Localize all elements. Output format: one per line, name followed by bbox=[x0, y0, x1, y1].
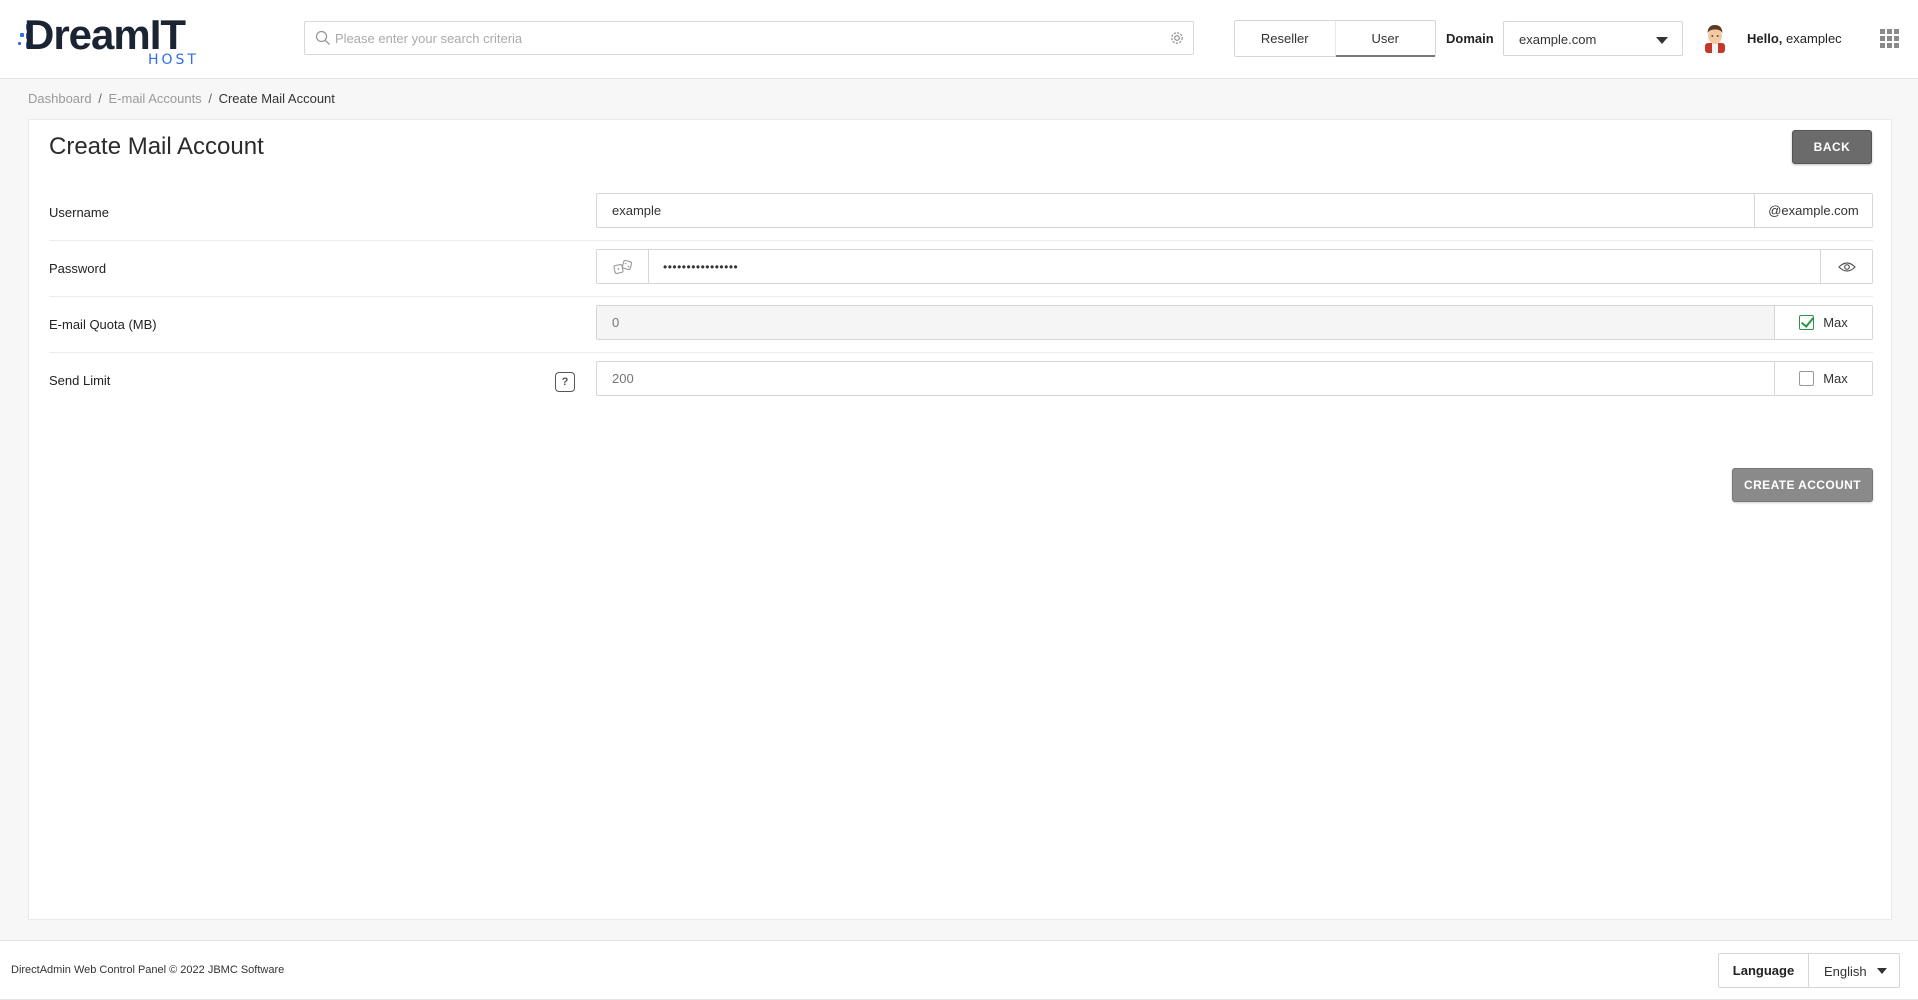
send-limit-row: Send Limit ? Max bbox=[49, 353, 1873, 409]
password-input[interactable] bbox=[663, 250, 1803, 283]
username-input[interactable] bbox=[612, 194, 1762, 227]
logo-subtext: HOST bbox=[148, 52, 199, 68]
eye-icon bbox=[1837, 261, 1856, 272]
domain-suffix: @example.com bbox=[1754, 194, 1872, 227]
quota-max-label: Max bbox=[1823, 315, 1848, 330]
language-value: English bbox=[1824, 964, 1867, 979]
generate-password-button[interactable] bbox=[597, 250, 649, 283]
domain-select[interactable]: example.com bbox=[1503, 21, 1683, 56]
send-limit-input[interactable] bbox=[612, 362, 1762, 395]
send-limit-field-group: Max bbox=[596, 361, 1873, 396]
password-label: Password bbox=[49, 261, 107, 276]
breadcrumb-separator: / bbox=[208, 91, 212, 106]
username-label: Username bbox=[49, 205, 109, 220]
domain-label: Domain bbox=[1446, 31, 1494, 46]
caret-down-icon bbox=[1877, 968, 1887, 974]
domain-value: example.com bbox=[1519, 32, 1597, 47]
create-account-button[interactable]: CREATE ACCOUNT bbox=[1732, 468, 1873, 502]
role-switcher: Reseller User bbox=[1234, 20, 1436, 57]
top-header: DreamIT HOST Reseller User Domain exampl… bbox=[0, 0, 1918, 79]
help-icon[interactable]: ? bbox=[555, 372, 575, 392]
breadcrumb: Dashboard / E-mail Accounts / Create Mai… bbox=[28, 91, 335, 106]
send-limit-label: Send Limit bbox=[49, 373, 111, 388]
logo[interactable]: DreamIT HOST bbox=[18, 12, 208, 68]
apps-grid-icon[interactable] bbox=[1880, 29, 1900, 49]
quota-field-group: Max bbox=[596, 305, 1873, 340]
language-selector: Language English bbox=[1718, 953, 1900, 988]
copyright-text: DirectAdmin Web Control Panel © 2022 JBM… bbox=[11, 964, 285, 976]
search-icon bbox=[315, 30, 330, 45]
role-reseller-button[interactable]: Reseller bbox=[1235, 21, 1335, 56]
role-user-button[interactable]: User bbox=[1334, 21, 1436, 57]
back-button[interactable]: BACK bbox=[1792, 130, 1872, 164]
caret-down-icon bbox=[1656, 37, 1668, 44]
send-limit-max-checkbox[interactable] bbox=[1799, 371, 1815, 386]
quota-row: E-mail Quota (MB) Max bbox=[49, 297, 1873, 353]
quota-input[interactable] bbox=[612, 306, 1762, 339]
quota-max-toggle[interactable]: Max bbox=[1774, 306, 1872, 339]
username-field-group: @example.com bbox=[596, 193, 1873, 228]
gear-icon[interactable] bbox=[1169, 30, 1185, 46]
greeting-username: examplec bbox=[1786, 31, 1842, 46]
password-row: Password bbox=[49, 241, 1873, 297]
quota-max-checkbox[interactable] bbox=[1799, 315, 1815, 330]
breadcrumb-current: Create Mail Account bbox=[218, 91, 335, 106]
breadcrumb-separator: / bbox=[98, 91, 102, 106]
send-limit-max-toggle[interactable]: Max bbox=[1774, 362, 1872, 395]
avatar[interactable] bbox=[1703, 23, 1727, 53]
username-row: Username @example.com bbox=[49, 185, 1873, 241]
breadcrumb-email-accounts[interactable]: E-mail Accounts bbox=[108, 91, 201, 106]
user-greeting[interactable]: Hello, examplec bbox=[1747, 31, 1842, 46]
greeting-text: Hello, bbox=[1747, 31, 1783, 46]
quota-label: E-mail Quota (MB) bbox=[49, 317, 157, 332]
page-title: Create Mail Account bbox=[49, 133, 264, 160]
create-account-card: Create Mail Account BACK Username @examp… bbox=[28, 119, 1892, 920]
show-password-button[interactable] bbox=[1820, 250, 1872, 283]
footer: DirectAdmin Web Control Panel © 2022 JBM… bbox=[0, 940, 1918, 1000]
search-input[interactable] bbox=[335, 22, 1155, 54]
language-select[interactable]: English bbox=[1809, 954, 1899, 987]
dice-icon bbox=[612, 259, 632, 274]
global-search bbox=[304, 21, 1194, 55]
language-label: Language bbox=[1719, 954, 1809, 987]
breadcrumb-dashboard[interactable]: Dashboard bbox=[28, 91, 92, 106]
send-limit-max-label: Max bbox=[1823, 371, 1848, 386]
password-field-group bbox=[596, 249, 1873, 284]
